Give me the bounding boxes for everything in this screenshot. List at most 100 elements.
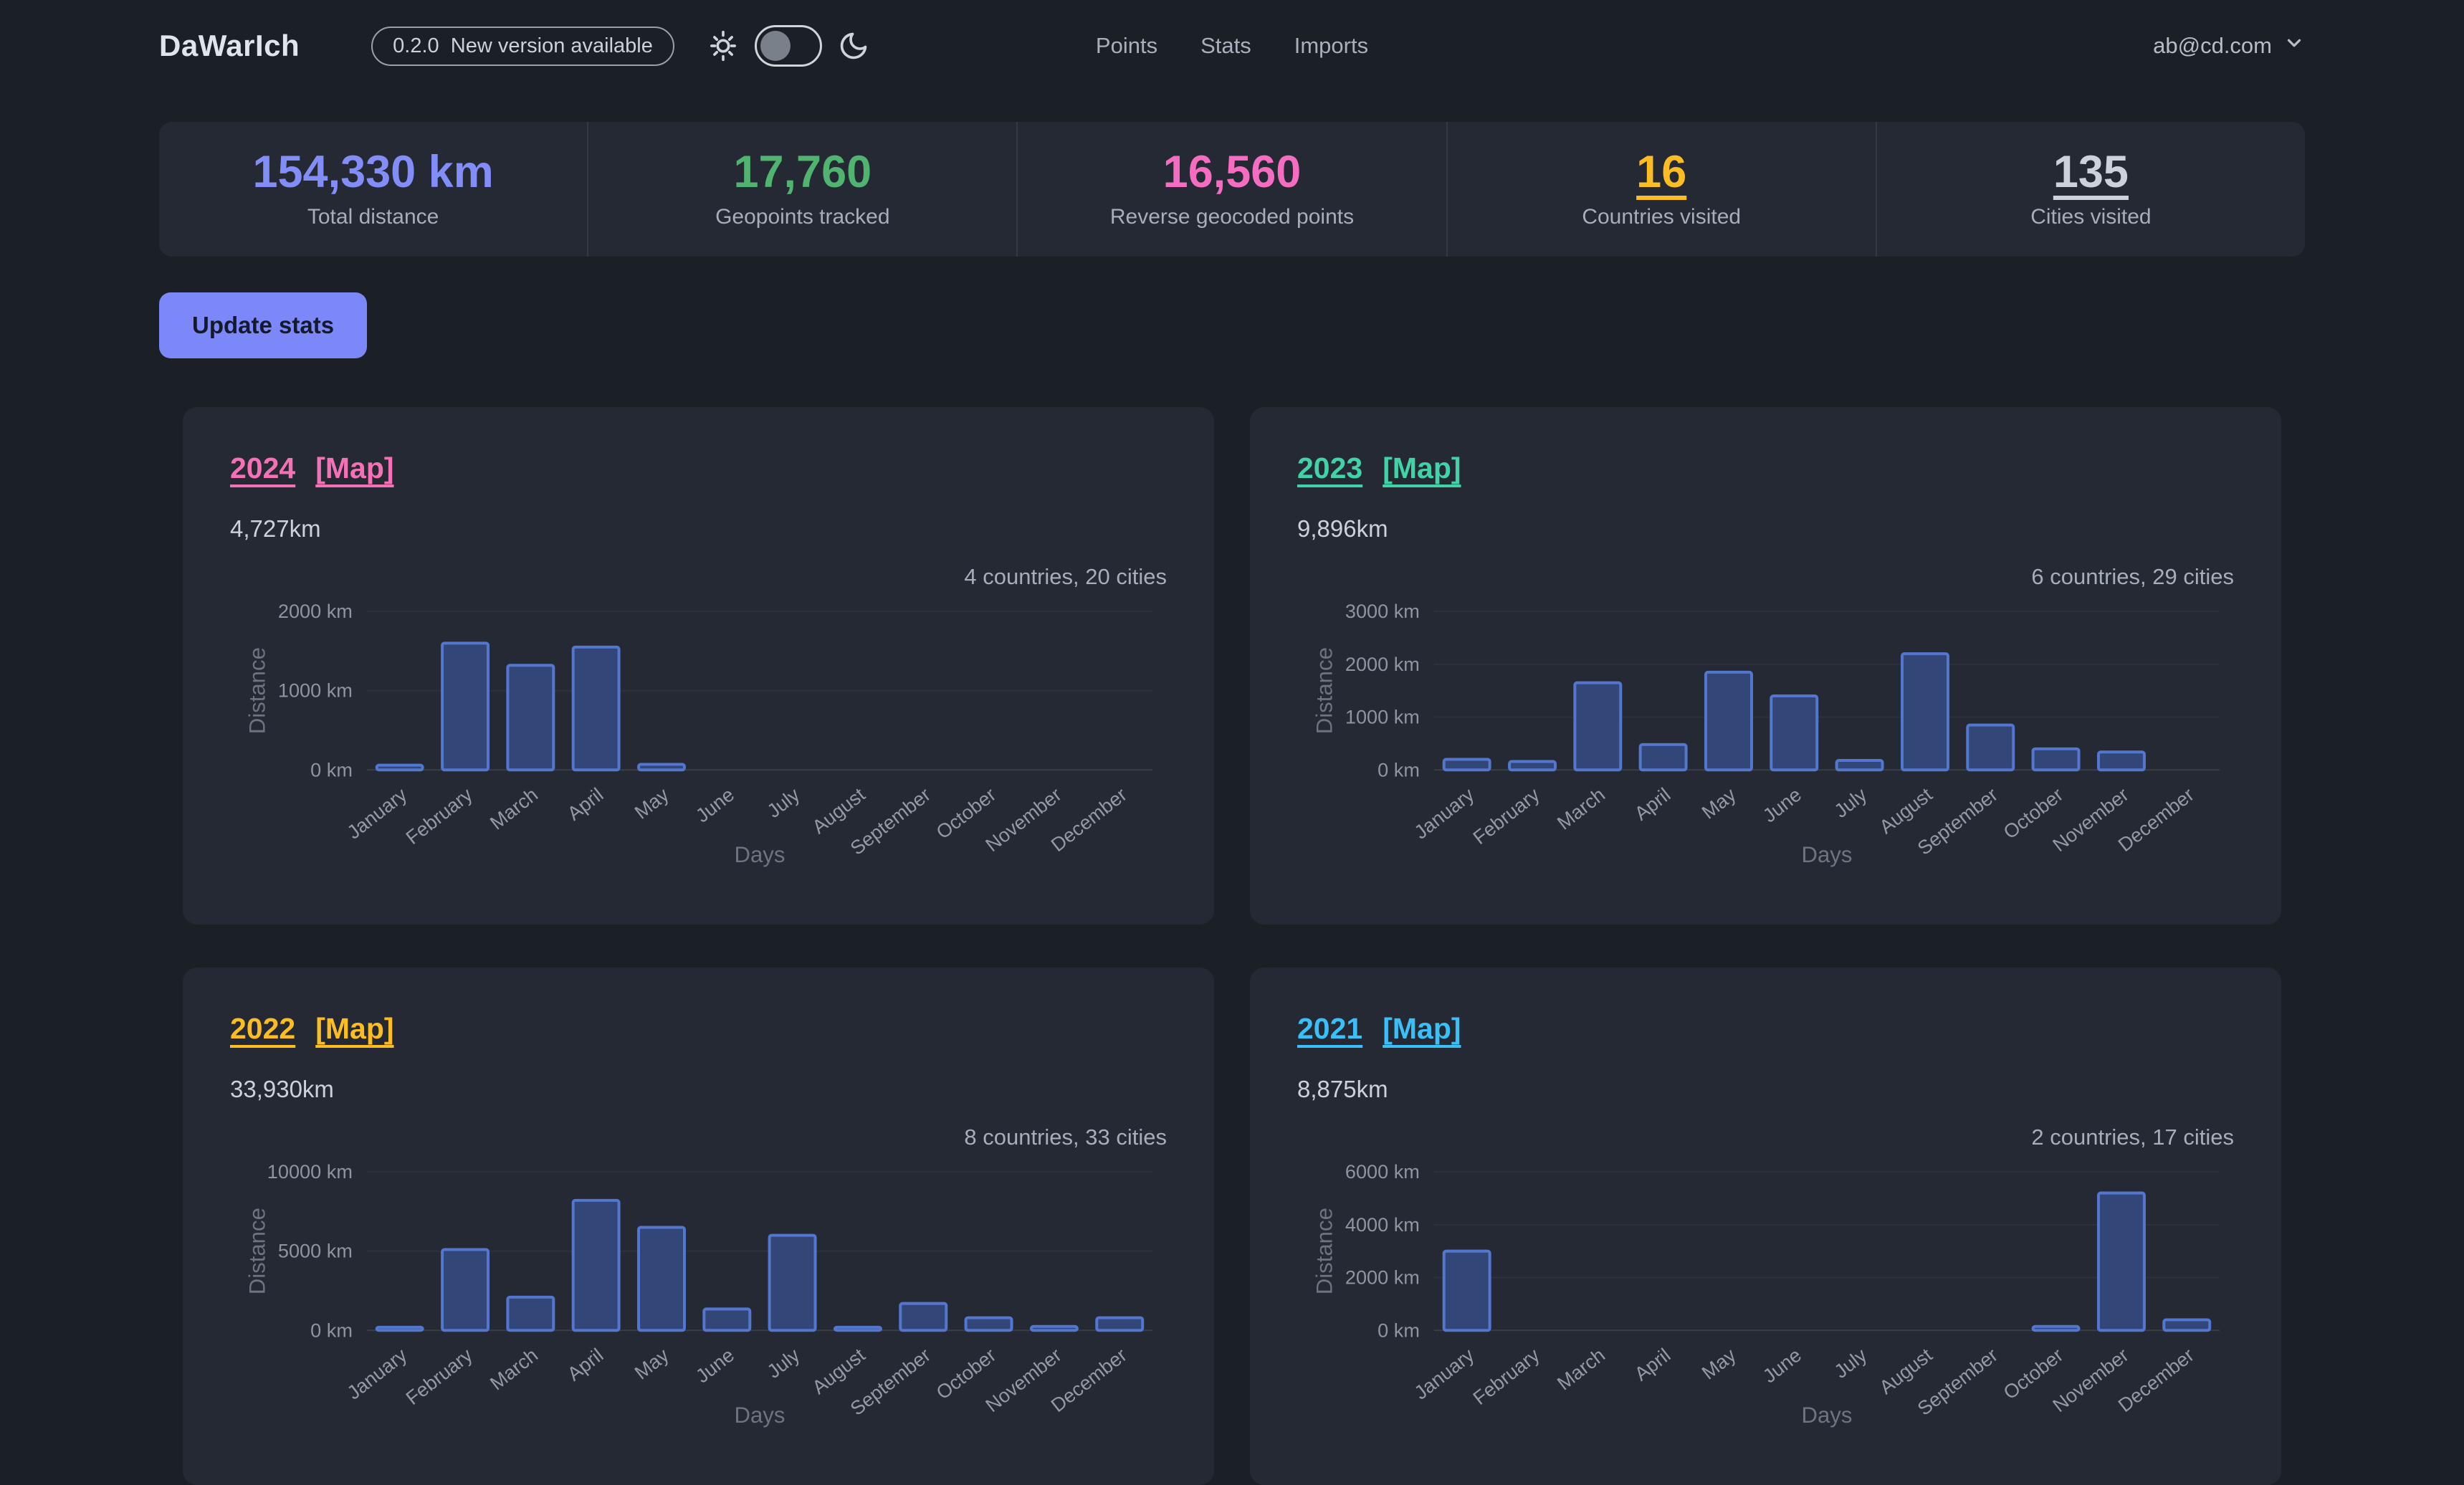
card-title: 2021 [Map] [1297,1012,2234,1046]
theme-toggle-knob [760,31,791,61]
stat-countries-visited: 16 Countries visited [1446,122,1876,257]
stat-label: Reverse geocoded points [1110,205,1354,229]
stat-label: Total distance [307,205,439,229]
stats-panel: 154,330 km Total distance 17,760 Geopoin… [159,122,2305,257]
year-card-2024: 2024 [Map] 4,727km 4 countries, 20 citie… [183,407,1214,925]
svg-text:4000 km: 4000 km [1345,1213,1420,1236]
card-title: 2023 [Map] [1297,452,2234,485]
card-summary: 8 countries, 33 cities [230,1125,1167,1150]
svg-text:May: May [1697,783,1740,823]
svg-text:June: June [692,1344,738,1388]
svg-text:3000 km: 3000 km [1345,600,1420,622]
svg-text:February: February [1469,783,1544,849]
svg-text:10000 km: 10000 km [267,1160,353,1183]
user-menu[interactable]: ab@cd.com [2153,32,2305,59]
svg-text:Distance: Distance [244,1208,269,1294]
svg-text:April: April [1630,783,1675,825]
svg-text:January: January [343,783,411,844]
svg-text:June: June [1759,783,1805,827]
svg-text:March: March [486,783,542,834]
stat-total-distance: 154,330 km Total distance [159,122,587,257]
year-link[interactable]: 2023 [1297,452,1362,485]
map-link[interactable]: [Map] [1383,452,1461,485]
header: DaWarIch 0.2.0 New version available [159,0,2305,92]
year-link[interactable]: 2022 [230,1012,295,1046]
map-link[interactable]: [Map] [1383,1012,1461,1046]
svg-text:2000 km: 2000 km [278,600,353,622]
stat-geopoints-tracked: 17,760 Geopoints tracked [587,122,1016,257]
year-card-2023: 2023 [Map] 9,896km 6 countries, 29 citie… [1250,407,2281,925]
monthly-distance-chart: 0 km1000 km2000 kmJanuaryFebruaryMarchAp… [230,597,1167,878]
year-card-2022: 2022 [Map] 33,930km 8 countries, 33 citi… [183,968,1214,1485]
svg-text:August: August [1875,1344,1937,1399]
sun-icon [707,30,739,62]
monthly-distance-chart: 0 km 5000 km 10000 km JanuaryFebruaryMarch A… [230,1157,1167,1438]
year-link[interactable]: 2021 [1297,1012,1362,1046]
nav-item-points[interactable]: Points [1096,33,1157,59]
svg-text:August: August [1875,783,1937,839]
map-link[interactable]: [Map] [315,1012,393,1046]
svg-text:January: January [1410,783,1478,844]
svg-text:6000 km: 6000 km [1345,1160,1420,1183]
stat-value: 16,560 [1163,150,1302,195]
svg-text:5000 km: 5000 km [278,1240,353,1262]
svg-text:2000 km: 2000 km [1345,1266,1420,1289]
svg-text:July: July [1830,783,1871,822]
page-container: DaWarIch 0.2.0 New version available [159,0,2305,1485]
svg-text:January: January [343,1344,411,1404]
svg-text:March: March [1553,1344,1609,1395]
svg-text:1000 km: 1000 km [1345,706,1420,728]
svg-text:April: April [563,1344,608,1385]
year-link[interactable]: 2024 [230,452,295,485]
card-summary: 2 countries, 17 cities [1297,1125,2234,1150]
year-cards-grid: 2024 [Map] 4,727km 4 countries, 20 citie… [183,407,2281,1485]
stat-value: 154,330 km [252,150,493,195]
monthly-distance-chart: 0 km2000 km4000 km6000 kmJanuaryFebruary… [1297,1157,2234,1438]
update-stats-button[interactable]: Update stats [159,292,367,358]
main-nav: Points Stats Imports [1096,33,1368,59]
svg-text:February: February [1469,1344,1544,1410]
stat-label: Countries visited [1582,205,1741,229]
card-distance: 9,896km [1297,515,2234,543]
theme-toggle[interactable] [755,25,822,67]
nav-item-imports[interactable]: Imports [1294,33,1368,59]
stat-value-link[interactable]: 135 [2053,150,2129,195]
stat-value: 17,760 [733,150,872,195]
card-distance: 4,727km [230,515,1167,543]
svg-text:February: February [401,1344,477,1410]
svg-text:1000 km: 1000 km [278,679,353,702]
svg-text:August: August [808,1344,869,1399]
svg-text:Distance: Distance [1312,1208,1337,1294]
card-distance: 33,930km [230,1076,1167,1103]
stat-cities-visited: 135 Cities visited [1876,122,2305,257]
stat-value-link[interactable]: 16 [1636,150,1686,195]
svg-text:May: May [1697,1344,1740,1384]
monthly-distance-chart: 0 km 1000 km 2000 km 3000 km JanuaryFebruary… [1297,597,2234,878]
svg-text:March: March [1553,783,1609,834]
svg-text:0 km: 0 km [310,1319,353,1341]
svg-text:0 km: 0 km [1377,1319,1420,1341]
svg-text:Distance: Distance [1312,647,1337,734]
svg-text:Days: Days [734,842,785,867]
svg-text:0 km: 0 km [1377,758,1420,780]
svg-text:August: August [808,783,869,839]
svg-text:July: July [763,783,803,822]
year-card-2021: 2021 [Map] 8,875km 2 countries, 17 citie… [1250,968,2281,1485]
nav-item-stats[interactable]: Stats [1200,33,1251,59]
theme-switcher [707,25,869,67]
svg-text:June: June [1759,1344,1805,1388]
stat-label: Cities visited [2030,205,2151,229]
svg-text:2000 km: 2000 km [1345,653,1420,675]
stat-label: Geopoints tracked [715,205,889,229]
svg-text:March: March [486,1344,542,1395]
card-title: 2024 [Map] [230,452,1167,485]
svg-text:April: April [563,783,608,825]
svg-text:Days: Days [734,1403,785,1428]
svg-text:Days: Days [1801,842,1852,867]
chevron-down-icon [2283,32,2305,59]
card-summary: 4 countries, 20 cities [230,564,1167,590]
card-distance: 8,875km [1297,1076,2234,1103]
svg-text:Days: Days [1801,1403,1852,1428]
version-badge[interactable]: 0.2.0 New version available [371,27,674,66]
map-link[interactable]: [Map] [315,452,393,485]
